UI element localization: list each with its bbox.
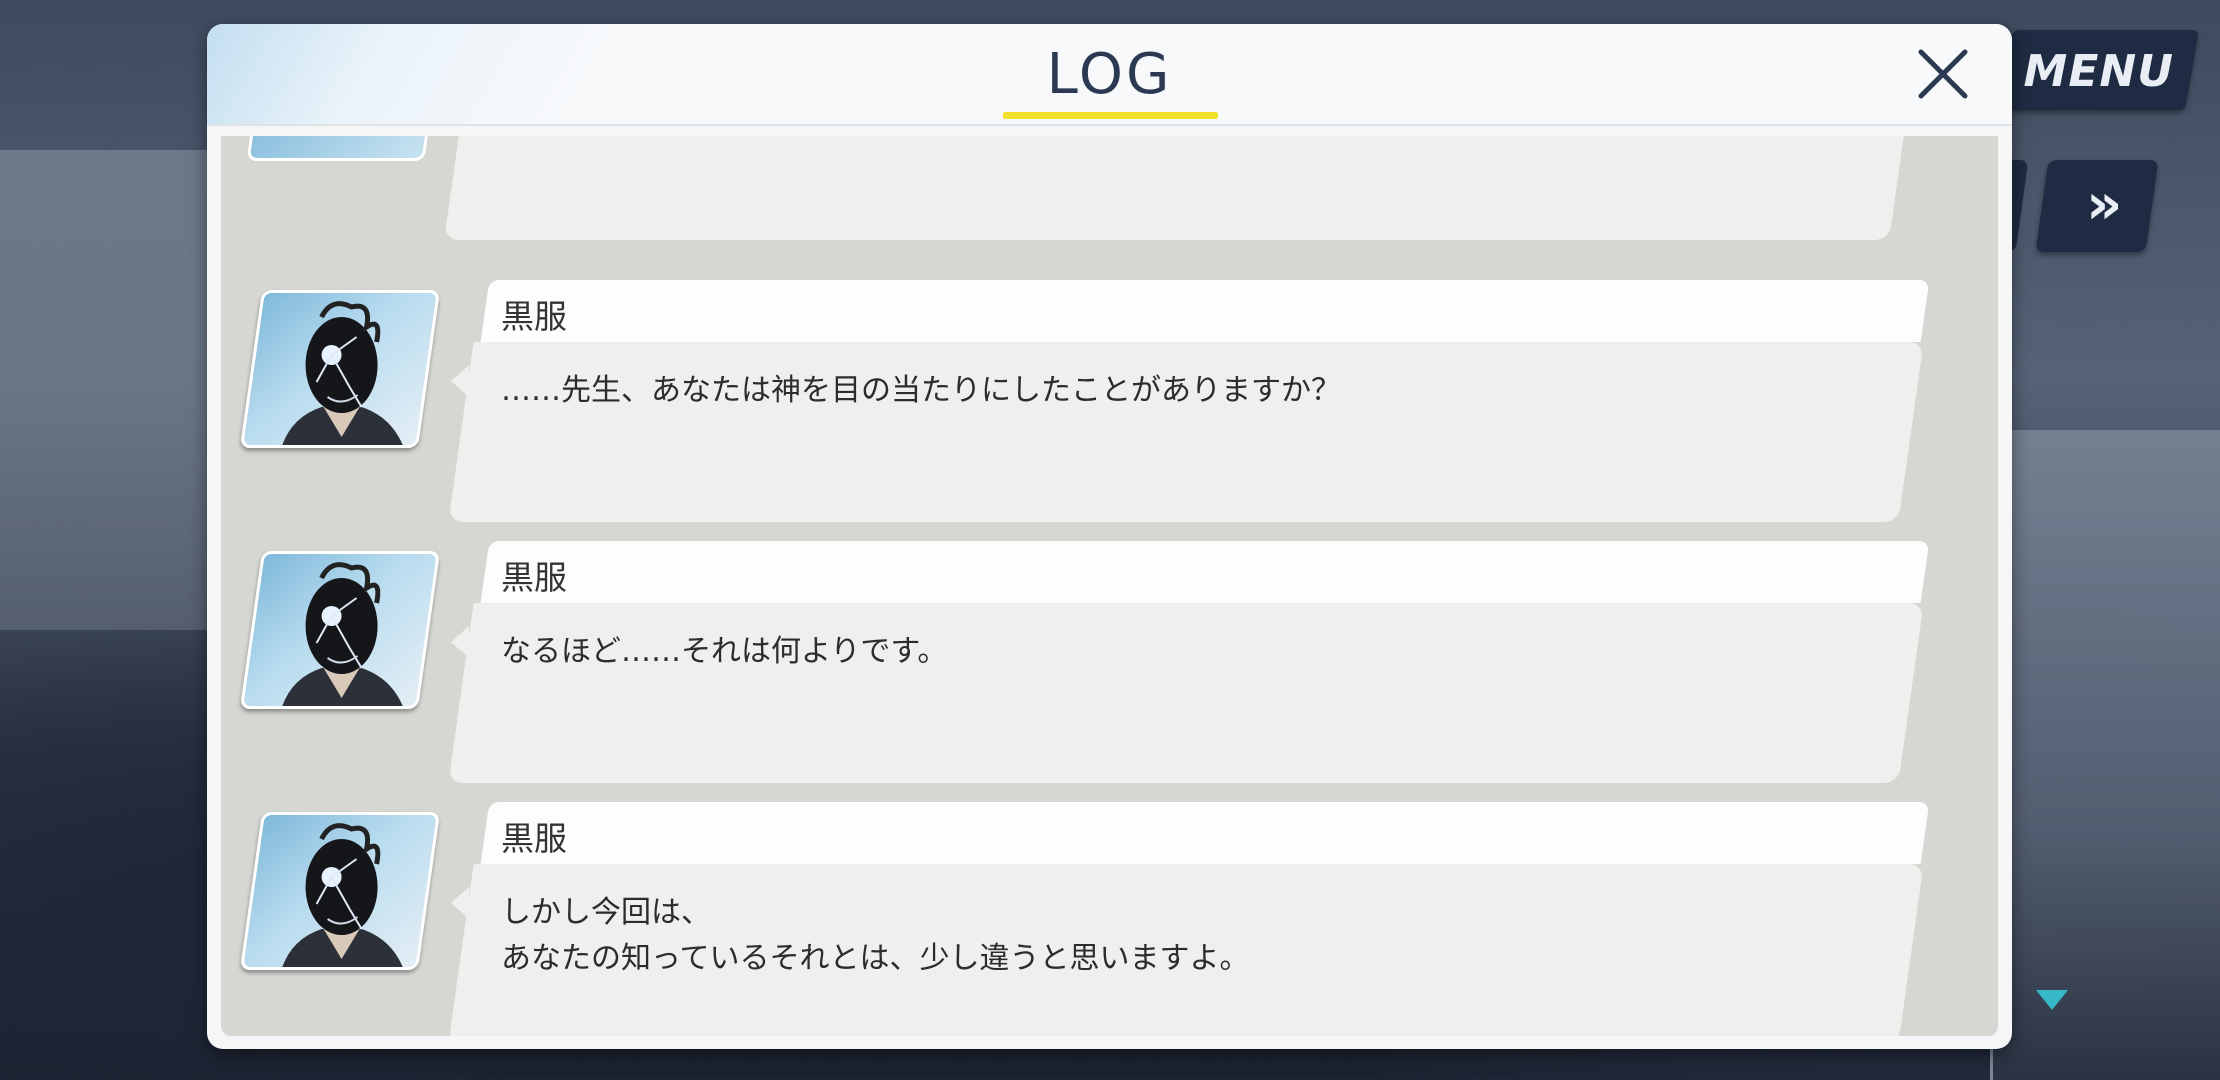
kurofuku-portrait xyxy=(281,562,404,708)
close-button[interactable] xyxy=(1907,38,1979,110)
speaker-name-bar xyxy=(480,280,1930,342)
kurofuku-portrait xyxy=(281,823,404,969)
close-x-icon xyxy=(1918,49,1968,99)
speaker-name: 黒服 xyxy=(501,819,567,858)
background-machine xyxy=(1990,430,2220,1080)
bubble-pointer xyxy=(451,365,469,397)
title-underline xyxy=(1003,112,1218,119)
bubble-pointer xyxy=(451,626,469,658)
speaker-name-bar xyxy=(480,802,1930,864)
skip-button[interactable]: » xyxy=(2035,160,2159,252)
log-title: LOG xyxy=(1046,42,1173,107)
message-text: ……先生、あなたは神を目の当たりにしたことがありますか？ xyxy=(501,373,1341,408)
message-text: しかし今回は、 あなたの知っているそれとは、少し違うと思いますよ。 xyxy=(501,895,1250,976)
background-wall xyxy=(0,150,210,630)
log-entry: 黒服 ……先生、あなたは神を目の当たりにしたことがありますか？ xyxy=(221,280,1998,540)
speaker-avatar xyxy=(239,290,441,448)
speaker-avatar xyxy=(239,551,441,709)
speaker-name: 黒服 xyxy=(501,297,567,336)
speaker-avatar xyxy=(239,812,441,970)
kurofuku-portrait xyxy=(281,301,404,447)
speaker-name: 黒服 xyxy=(501,558,567,597)
speaker-name-bar xyxy=(480,541,1930,603)
scroll-down-indicator-icon xyxy=(2036,990,2068,1010)
fast-forward-icon: » xyxy=(2086,172,2109,237)
message-text: なるほど……それは何よりです。 xyxy=(501,634,948,669)
message-bubble xyxy=(444,136,1907,240)
bubble-pointer xyxy=(451,887,469,919)
log-entry: 黒服 しかし今回は、 あなたの知っているそれとは、少し違うと思いますよ。 xyxy=(221,802,1998,1036)
menu-button-label: MENU xyxy=(2023,46,2174,97)
log-entry: 黒服 なるほど……それは何よりです。 xyxy=(221,541,1998,801)
log-header: LOG xyxy=(207,24,2012,126)
log-window: LOG 黒服 ……先生、あなたは神を目の当たりにしたことがありますか？ 黒服 な… xyxy=(207,24,2012,1049)
menu-button[interactable]: MENU xyxy=(1998,30,2200,110)
log-scroll-area[interactable]: 黒服 ……先生、あなたは神を目の当たりにしたことがありますか？ 黒服 なるほど…… xyxy=(221,136,1998,1036)
avatar xyxy=(246,136,434,161)
